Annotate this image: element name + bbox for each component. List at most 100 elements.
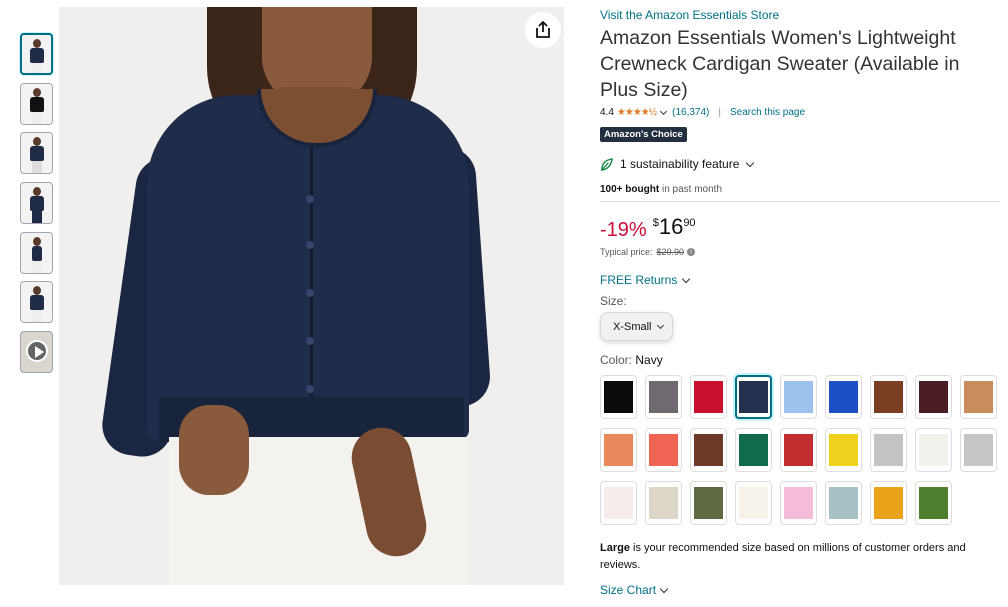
chevron-down-icon[interactable] [660,107,668,115]
swatch-color [649,434,678,466]
thumbnail-3[interactable] [20,132,53,175]
color-label: Color: Navy [600,353,663,367]
product-title: Amazon Essentials Women's Lightweight Cr… [600,27,960,101]
share-button[interactable] [525,12,561,48]
thumbnail-4[interactable] [20,182,53,225]
color-swatch[interactable] [600,481,637,525]
size-label: Size: [600,294,627,308]
color-swatch[interactable] [600,428,637,472]
size-recommendation: Large is your recommended size based on … [600,540,1000,574]
color-swatch[interactable] [915,481,952,525]
swatch-color [649,381,678,413]
swatch-color [829,381,858,413]
color-swatch[interactable] [645,481,682,525]
price-fraction: 90 [683,217,696,229]
bought-bold: 100+ bought [600,184,660,195]
swatch-color [874,487,903,519]
leaf-icon [601,157,613,171]
swatch-color [739,434,768,466]
size-chart-label: Size Chart [600,583,657,597]
color-swatch[interactable] [735,375,772,419]
swatch-color [829,487,858,519]
sustainability-feature[interactable]: 1 sustainability feature [600,157,755,171]
color-swatch[interactable] [960,428,997,472]
color-swatch[interactable] [645,428,682,472]
color-swatch[interactable] [915,428,952,472]
color-swatch[interactable] [690,375,727,419]
review-count-link[interactable]: (16,374) [672,107,709,118]
bought-rest: in past month [659,184,722,195]
chevron-down-icon [659,584,669,593]
swatch-color [919,487,948,519]
amazons-choice-badge: Amazon's Choice [600,127,687,142]
swatch-color [739,487,768,519]
badge-prefix: Amazon's [604,129,649,140]
color-swatch[interactable] [915,375,952,419]
chevron-down-icon [746,158,755,167]
swatch-color [964,381,993,413]
swatch-color [874,434,903,466]
rating-row: 4.4 ★★★★½ (16,374) | Search this page [600,107,805,118]
swatch-color [694,381,723,413]
color-swatch[interactable] [735,481,772,525]
color-swatch[interactable] [645,375,682,419]
swatch-color [649,487,678,519]
size-chart-link[interactable]: Size Chart [600,583,669,597]
price-row: -19% $ 16 90 [600,214,696,242]
swatch-color [829,434,858,466]
swatch-color [739,381,768,413]
bought-count: 100+ bought in past month [600,184,722,195]
color-swatch[interactable] [870,428,907,472]
color-swatch[interactable] [690,428,727,472]
swatch-color [604,381,633,413]
returns-label: FREE Returns [600,273,678,287]
swatch-color [694,487,723,519]
thumbnail-2[interactable] [20,82,53,125]
swatch-color [784,487,813,519]
separator: | [718,107,721,118]
recommend-text: is your recommended size based on millio… [600,542,966,571]
share-icon [536,21,550,38]
color-swatch[interactable] [825,375,862,419]
color-swatch[interactable] [780,481,817,525]
search-page-link[interactable]: Search this page [730,107,805,118]
divider [600,201,1000,202]
swatch-color [784,381,813,413]
thumbnail-6[interactable] [20,281,53,324]
swatch-color [604,487,633,519]
color-swatch[interactable] [870,375,907,419]
discount-percent: -19% [600,219,647,241]
info-icon[interactable]: i [687,248,696,256]
size-selected: X-Small [613,320,652,333]
size-dropdown[interactable]: X-Small [600,312,673,341]
typical-price: Typical price: $20.90 i [600,247,696,257]
color-swatch[interactable] [600,375,637,419]
color-swatch[interactable] [735,428,772,472]
color-swatch[interactable] [780,375,817,419]
thumbnail-1[interactable] [20,33,53,75]
color-swatch[interactable] [690,481,727,525]
color-swatch[interactable] [780,428,817,472]
main-product-image[interactable] [59,7,564,585]
color-swatch[interactable] [960,375,997,419]
thumbnail-5[interactable] [20,231,53,274]
badge-suffix: Choice [651,129,683,140]
swatch-color [874,381,903,413]
chevron-down-icon [656,321,664,329]
color-selected: Navy [635,353,663,367]
swatch-color [784,434,813,466]
color-label-text: Color: [600,353,633,367]
color-swatch[interactable] [825,481,862,525]
play-icon [26,340,48,363]
free-returns-link[interactable]: FREE Returns [600,273,691,287]
price-whole: 16 [658,214,684,239]
store-link[interactable]: Visit the Amazon Essentials Store [600,8,779,22]
swatch-color [919,381,948,413]
rating-value: 4.4 [600,107,614,118]
video-thumbnail[interactable] [20,331,53,374]
swatch-color [919,434,948,466]
color-swatch[interactable] [825,428,862,472]
thumbnail-strip [20,33,54,381]
star-rating-icon[interactable]: ★★★★½ [617,107,657,118]
color-swatch[interactable] [870,481,907,525]
